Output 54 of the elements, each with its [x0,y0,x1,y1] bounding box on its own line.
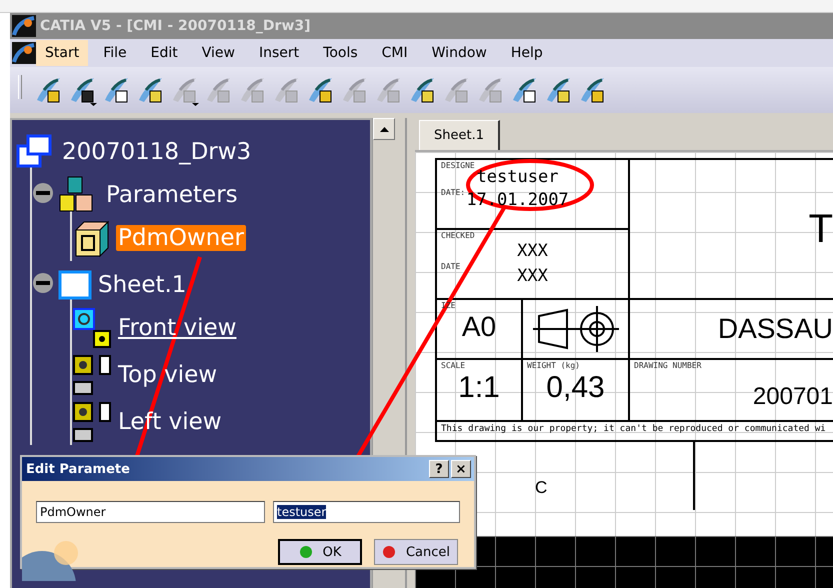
drawing-number: 200701 [752,383,833,411]
field-label: DATE [441,262,460,271]
ok-status-icon [298,545,313,559]
field-label: CHECKED [441,231,475,240]
menu-item[interactable]: CMI [372,40,417,66]
tree-item[interactable]: Sheet.1 [96,272,188,298]
scroll-up-button[interactable] [373,118,395,140]
weight-value: 0,43 [546,371,605,405]
sheet-size: A0 [462,311,496,343]
collapse-icon[interactable] [32,272,54,294]
designer-name: testuser [476,167,558,187]
help-button[interactable]: ? [429,460,449,478]
ok-button[interactable]: OK [278,539,362,565]
sheet-tab[interactable]: Sheet.1 [419,120,500,150]
cancel-status-icon [382,545,396,559]
menu-item[interactable]: Window [422,40,496,66]
company-name: DASSAU [718,313,833,345]
app-logo-icon [12,15,36,37]
up-arrow-icon [380,126,388,132]
tree-item[interactable]: Front view [116,314,238,340]
field-label: DESIGNE [441,161,475,170]
tree-item[interactable]: Top view [116,362,220,388]
sheet-icon [58,270,92,300]
menu-item[interactable]: Tools [314,40,367,66]
menu-item[interactable]: View [192,40,244,66]
field-label: SCALE [441,361,466,370]
close-button[interactable]: × [451,460,471,478]
menu-item[interactable]: File [94,40,136,66]
field-label: DATE: [441,188,466,197]
dialog-title: Edit Paramete [26,462,131,476]
menu-item[interactable]: Edit [142,40,187,66]
menu-item[interactable]: Start [36,40,88,66]
property-notice: This drawing is our property; it can't be reproduced or communicated wi [440,423,827,436]
app-logo-icon [12,42,36,64]
date-value: XXX [517,266,548,286]
field-label: WEIGHT (kg) [527,361,580,370]
tree-item[interactable]: 20070118_Drw3 [60,138,254,164]
view-icon [72,400,112,442]
window-title: CATIA V5 - [CMI - 20070118_Drw3] [40,18,311,34]
field-label: DRAWING NUMBER [634,361,702,370]
drawing-title: T [808,206,833,252]
scale-value: 1:1 [458,371,500,405]
tree-item[interactable]: Parameters [104,182,240,208]
input-field[interactable]: PdmOwner [36,501,265,523]
projection-symbol-icon [530,304,620,354]
menu-item[interactable]: Insert [250,40,308,66]
front-view-icon [72,306,112,348]
menu-item[interactable]: Help [502,40,552,66]
collapse-icon[interactable] [32,182,54,204]
revision-letter: C [535,478,548,498]
input-field[interactable]: testuser [273,501,460,523]
view-icon [72,354,112,396]
checker-name: XXX [517,241,548,261]
cancel-button[interactable]: Cancel [374,539,458,565]
